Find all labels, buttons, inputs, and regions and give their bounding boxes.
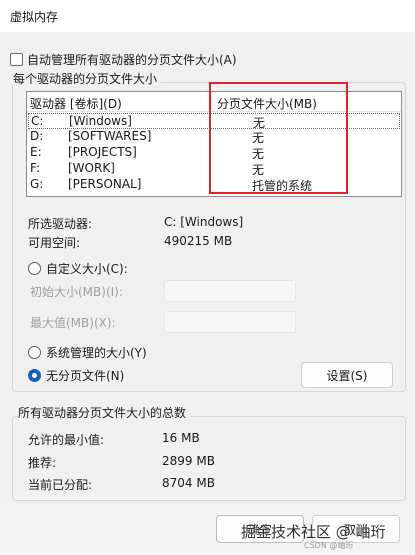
custom-size-radio[interactable] [28,262,41,275]
drive-letter: C: [31,114,44,128]
auto-manage-label: 自动管理所有驱动器的分页文件大小(A) [27,53,237,67]
min-value: 16 MB [162,431,200,445]
watermark-text: 掘金技术社区 @ 岫珩 [241,523,386,541]
set-button[interactable]: 设置(S) [301,362,393,388]
system-managed-radio[interactable] [28,346,41,359]
per-drive-group-title: 每个驱动器的分页文件大小 [13,70,162,87]
recommended-value: 2899 MB [162,454,215,468]
current-label: 当前已分配: [28,478,93,492]
title-bar: 虚拟内存 [0,0,415,32]
auto-manage-checkbox-row[interactable]: 自动管理所有驱动器的分页文件大小(A) [10,51,237,68]
no-paging-label: 无分页文件(N) [46,369,125,383]
selected-drive-value: C: [Windows] [164,215,244,229]
free-space-value: 490215 MB [164,234,233,248]
recommended-label: 推荐: [28,456,57,470]
header-drive[interactable]: 驱动器 [卷标](D) [30,95,122,112]
auto-manage-checkbox[interactable] [10,53,23,66]
free-space-label: 可用空间: [28,236,81,250]
custom-size-radio-row[interactable]: 自定义大小(C): [28,260,128,277]
drive-letter: E: [30,145,42,159]
drive-label: [Windows] [69,114,132,128]
drive-label: [WORK] [68,161,115,175]
current-value: 8704 MB [162,476,215,490]
system-managed-radio-row[interactable]: 系统管理的大小(Y) [28,344,147,361]
initial-size-label: 初始大小(MB)(I): [30,285,123,299]
custom-size-label: 自定义大小(C): [46,262,128,276]
drive-letter: D: [30,129,44,143]
no-paging-radio-row[interactable]: 无分页文件(N) [28,367,124,384]
drive-letter: F: [30,161,41,175]
max-size-label: 最大值(MB)(X): [30,316,116,330]
drive-letter: G: [30,177,44,191]
drive-label: [SOFTWARES] [68,129,152,143]
system-managed-label: 系统管理的大小(Y) [46,346,147,360]
selected-drive-label: 所选驱动器: [28,217,93,231]
initial-size-input[interactable] [164,280,296,302]
drive-label: [PROJECTS] [68,145,137,159]
annotation-highlight-box [209,82,348,194]
total-group-title: 所有驱动器分页文件大小的总数 [18,404,191,421]
max-size-input[interactable] [164,311,296,333]
min-label: 允许的最小值: [28,433,105,447]
window-title: 虚拟内存 [10,10,59,24]
no-paging-radio[interactable] [28,369,41,382]
watermark-small-text: CSDN @岫珩 [304,541,354,550]
drive-label: [PERSONAL] [68,177,142,191]
